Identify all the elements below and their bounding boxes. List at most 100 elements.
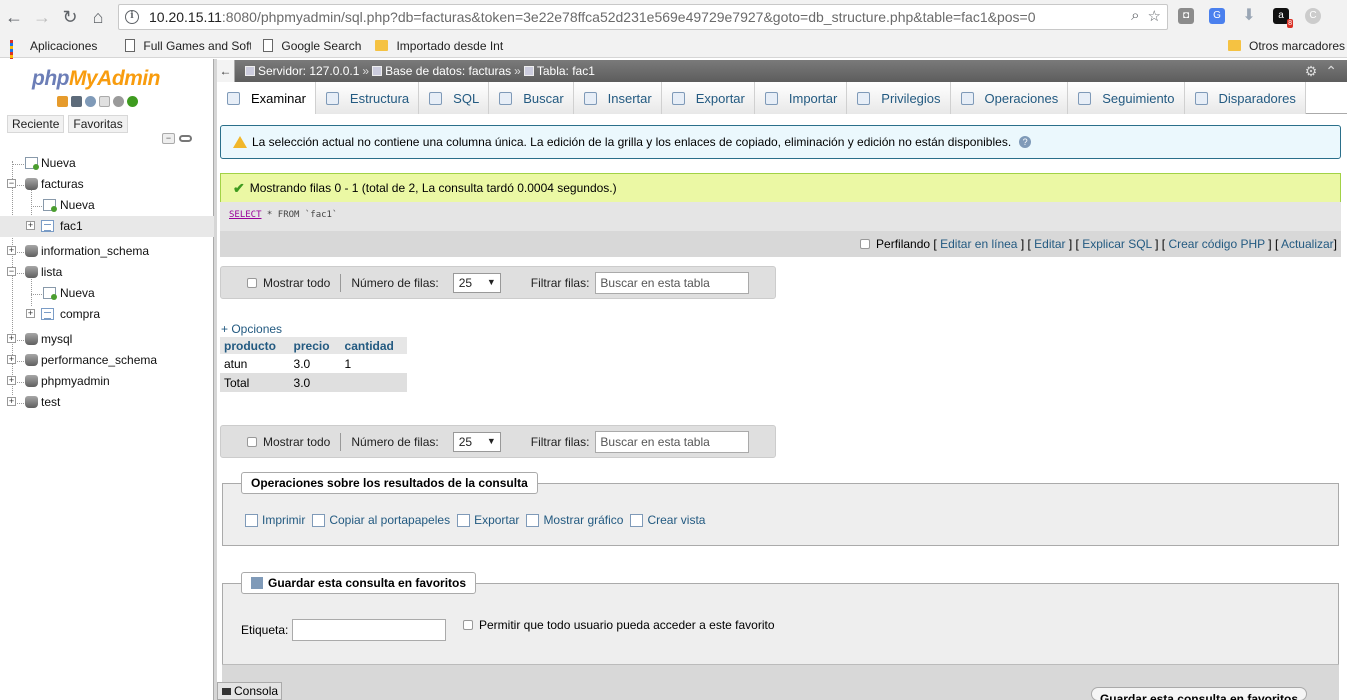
docs-icon[interactable] <box>99 96 110 107</box>
home-icon[interactable]: ⌂ <box>84 0 112 34</box>
tree-item-new[interactable]: Nueva <box>0 153 214 174</box>
address-bar[interactable]: i 10.20.15.11:8080/phpmyadmin/sql.php?db… <box>118 4 1168 30</box>
expand-icon[interactable]: + <box>7 355 16 364</box>
create-view-link[interactable]: Crear vista <box>630 513 705 527</box>
tab-importar[interactable]: Importar <box>754 82 848 114</box>
settings-gear-icon[interactable] <box>113 96 124 107</box>
bookmark-other-folder[interactable]: Otros marcadores <box>1228 39 1345 53</box>
collapse-sidebar-button[interactable]: ← <box>217 60 235 82</box>
sql-keyword[interactable]: SELECT <box>229 210 262 220</box>
collapse-top-icon[interactable]: ⌃ <box>1325 63 1337 80</box>
breadcrumb-database[interactable]: Base de datos: facturas <box>385 64 511 78</box>
column-header-precio[interactable]: precio <box>289 337 341 354</box>
translate-extension-icon[interactable]: G <box>1209 8 1225 24</box>
rows-per-page-select[interactable]: 25 <box>452 272 501 293</box>
bookmark-star-icon[interactable]: ☆ <box>1148 7 1161 25</box>
favorites-tab[interactable]: Favoritas <box>68 115 128 133</box>
reload-icon[interactable]: ↻ <box>56 0 84 34</box>
tab-privilegios[interactable]: Privilegios <box>847 82 951 114</box>
bookmark-full-games[interactable]: Full Games and Soft <box>125 39 251 53</box>
breadcrumb-server[interactable]: Servidor: 127.0.0.1 <box>258 64 359 78</box>
sql-query-display[interactable]: SELECT * FROM `fac1` <box>220 202 1341 231</box>
tree-table-compra[interactable]: + compra <box>0 304 214 325</box>
tree-table-fac1[interactable]: + fac1 <box>0 216 214 237</box>
tab-sql[interactable]: SQL <box>419 82 490 114</box>
download-extension-icon[interactable]: ⬇ <box>1241 8 1257 24</box>
show-all-checkbox[interactable] <box>247 436 257 447</box>
collapse-icon[interactable]: − <box>7 267 16 276</box>
create-php-code-link[interactable]: Crear código PHP <box>1168 237 1265 251</box>
zoom-icon[interactable]: ⌕ <box>1131 7 1139 25</box>
extension-c-icon[interactable]: C <box>1305 8 1321 24</box>
profiling-checkbox[interactable] <box>860 239 871 249</box>
options-link[interactable]: + Opciones <box>221 322 282 336</box>
tree-db-test[interactable]: + test <box>0 392 214 413</box>
expand-icon[interactable]: + <box>26 309 35 318</box>
expand-icon[interactable]: + <box>7 334 16 343</box>
tree-db-phpmyadmin[interactable]: + phpmyadmin <box>0 371 214 392</box>
extension-shield-icon[interactable]: ◘ <box>1178 8 1194 24</box>
tab-buscar[interactable]: Buscar <box>489 82 574 114</box>
tree-db-lista[interactable]: − lista <box>0 262 214 283</box>
expand-icon[interactable]: + <box>7 246 16 255</box>
tree-db-information-schema[interactable]: + information_schema <box>0 241 214 262</box>
expand-icon[interactable]: + <box>26 221 35 230</box>
printer-icon <box>245 513 258 527</box>
tab-examinar[interactable]: Examinar <box>217 82 316 114</box>
help-icon[interactable] <box>85 96 96 107</box>
save-bookmark-button[interactable]: Guardar esta consulta en favoritos <box>1090 687 1307 700</box>
expand-icon[interactable]: + <box>7 376 16 385</box>
show-all-checkbox[interactable] <box>247 277 257 288</box>
tab-exportar[interactable]: Exportar <box>661 82 755 114</box>
inline-edit-link[interactable]: Editar en línea <box>940 237 1017 251</box>
back-arrow-icon[interactable]: ← <box>0 0 28 34</box>
edit-link[interactable]: Editar <box>1034 237 1065 251</box>
column-header-cantidad[interactable]: cantidad <box>340 337 407 354</box>
link-icon[interactable] <box>179 135 192 142</box>
tree-db-facturas[interactable]: − facturas <box>0 174 214 195</box>
exit-icon[interactable] <box>71 96 82 107</box>
phpmyadmin-logo[interactable]: phpMyAdmin <box>32 67 160 91</box>
tab-insertar[interactable]: Insertar <box>573 82 662 114</box>
tab-estructura[interactable]: Estructura <box>315 82 420 114</box>
filter-rows-input[interactable]: Buscar en esta tabla <box>595 430 750 453</box>
tab-seguimiento[interactable]: Seguimiento <box>1068 82 1185 114</box>
expand-icon[interactable]: + <box>7 397 16 406</box>
refresh-icon[interactable] <box>127 96 138 107</box>
filter-rows-input[interactable]: Buscar en esta tabla <box>595 271 750 294</box>
refresh-link[interactable]: Actualizar <box>1281 237 1334 251</box>
tree-lista-new[interactable]: Nueva <box>0 283 214 304</box>
forward-arrow-icon[interactable]: → <box>28 0 56 34</box>
show-chart-link[interactable]: Mostrar gráfico <box>526 513 623 527</box>
rows-per-page-select[interactable]: 25 <box>452 431 501 452</box>
tree-db-performance-schema[interactable]: + performance_schema <box>0 350 214 371</box>
recent-tab[interactable]: Reciente <box>7 115 65 133</box>
sidebar-resize-handle[interactable] <box>214 59 217 700</box>
breadcrumb-table[interactable]: Tabla: fac1 <box>537 64 595 78</box>
tab-disparadores[interactable]: Disparadores <box>1184 82 1306 114</box>
collapse-icon[interactable]: − <box>7 179 16 188</box>
copy-clipboard-link[interactable]: Copiar al portapapeles <box>312 513 450 527</box>
tree-db-mysql[interactable]: + mysql <box>0 329 214 350</box>
bookmark-label-input[interactable] <box>292 619 447 641</box>
home-icon[interactable] <box>57 96 68 107</box>
info-icon[interactable]: i <box>125 10 139 24</box>
share-bookmark-checkbox[interactable] <box>463 620 473 630</box>
query-results-operations: Operaciones sobre los resultados de la c… <box>222 472 1339 546</box>
bookmark-google-search[interactable]: Google Search <box>263 39 361 53</box>
settings-gear-icon[interactable]: ⚙ <box>1305 63 1318 80</box>
tab-operaciones[interactable]: Operaciones <box>950 82 1069 114</box>
unique-column-notice: La selección actual no contiene una colu… <box>220 125 1341 159</box>
bookmark-apps[interactable]: Aplicaciones <box>10 39 97 67</box>
tree-facturas-new[interactable]: Nueva <box>0 195 214 216</box>
explain-sql-link[interactable]: Explicar SQL <box>1082 237 1152 251</box>
help-icon[interactable]: ? <box>1019 136 1032 148</box>
amazon-extension-icon[interactable]: a8 <box>1273 8 1293 28</box>
column-header-producto[interactable]: producto <box>220 337 290 354</box>
collapse-all-icon[interactable]: − <box>162 133 175 144</box>
print-link[interactable]: Imprimir <box>245 513 305 527</box>
bookmark-imported-folder[interactable]: Importado desde Int <box>375 39 504 53</box>
console-toggle[interactable]: Consola <box>217 682 282 700</box>
export-link[interactable]: Exportar <box>457 513 519 527</box>
warning-icon <box>233 136 247 148</box>
